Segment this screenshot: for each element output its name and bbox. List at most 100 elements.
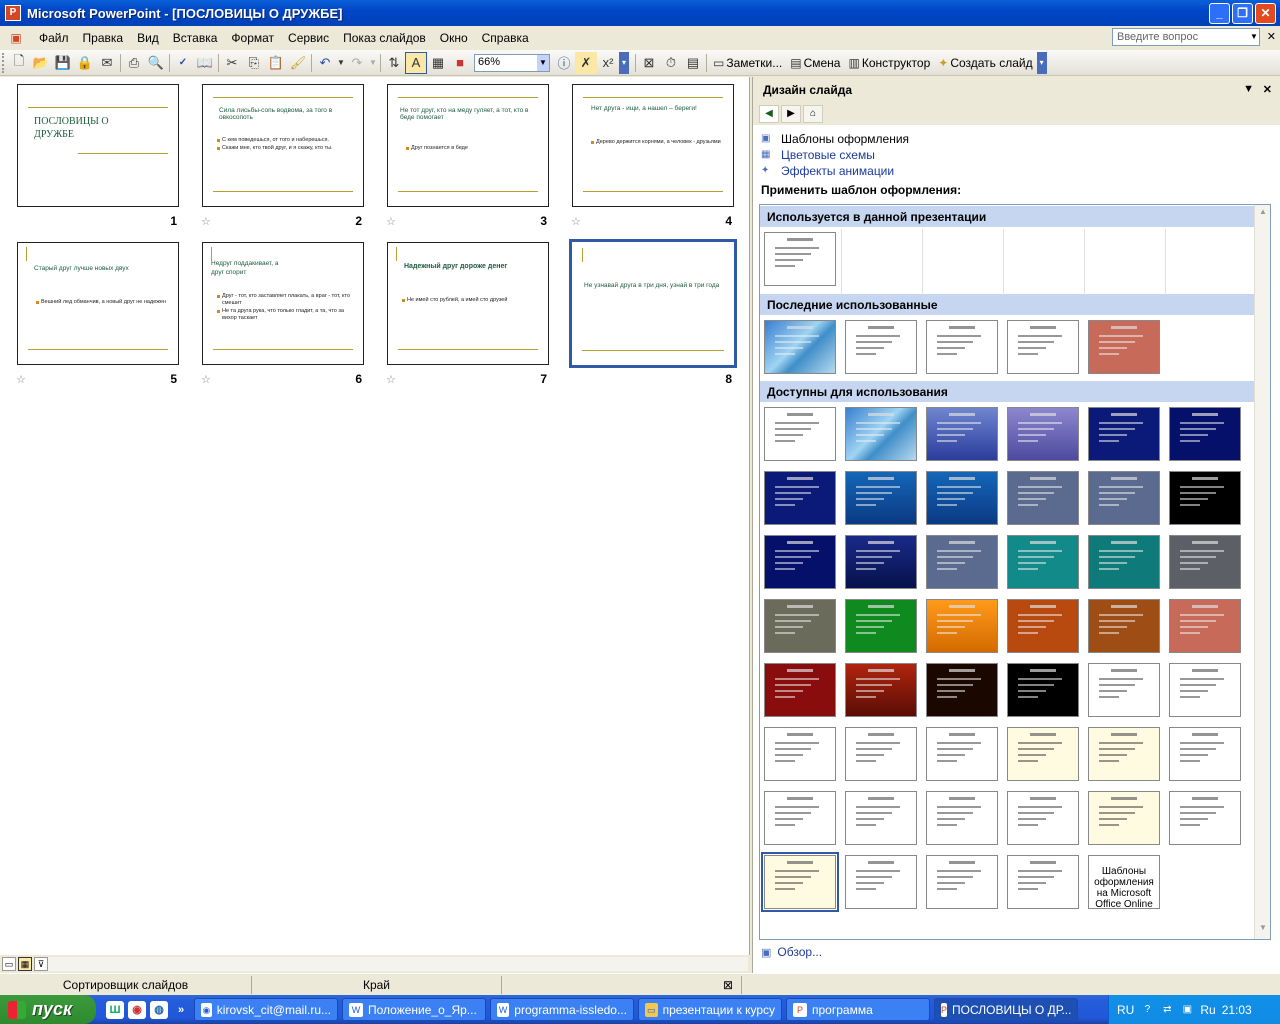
design-template-thumbnail[interactable]: Шаблоны оформления на Microsoft Office O…: [1088, 855, 1160, 909]
design-template-thumbnail[interactable]: [1007, 471, 1079, 525]
design-template-thumbnail[interactable]: [926, 727, 998, 781]
design-template-thumbnail[interactable]: [1007, 663, 1079, 717]
document-icon[interactable]: ▣: [0, 31, 32, 45]
new-icon[interactable]: 🗋: [8, 52, 30, 74]
design-template-thumbnail[interactable]: [845, 320, 917, 374]
color-schemes-link[interactable]: ▦ Цветовые схемы: [761, 147, 1272, 163]
start-button[interactable]: wпуск: [0, 995, 96, 1024]
menu-tools[interactable]: Сервис: [281, 31, 336, 45]
slide-thumbnail-4[interactable]: Нет друга - ищи, а нашел – береги! Дерев…: [572, 84, 734, 207]
slide-thumbnail-5[interactable]: Старый друг лучше новых двух Вешний лед …: [17, 242, 179, 365]
menu-file[interactable]: Файл: [32, 31, 76, 45]
slideshow-view-icon[interactable]: ⊽: [34, 957, 48, 971]
paste-icon[interactable]: 📋: [265, 52, 287, 74]
minimize-button[interactable]: _: [1209, 3, 1230, 24]
design-template-thumbnail[interactable]: [845, 727, 917, 781]
horizontal-scrollbar[interactable]: [48, 957, 748, 971]
menu-edit[interactable]: Правка: [76, 31, 131, 45]
powerpoint-app-icon[interactable]: P: [5, 5, 21, 21]
design-template-thumbnail[interactable]: [926, 599, 998, 653]
design-template-thumbnail[interactable]: [1007, 407, 1079, 461]
undo-dropdown-icon[interactable]: ▼: [336, 52, 346, 74]
transition-button[interactable]: ▤ Смена: [786, 52, 844, 74]
quick-launch-more-icon[interactable]: »: [172, 1001, 190, 1019]
design-template-thumbnail[interactable]: [845, 599, 917, 653]
forward-icon[interactable]: ▶: [781, 105, 801, 123]
toolbar-options-icon-2[interactable]: ▾: [1036, 51, 1047, 74]
print-icon[interactable]: ⎙: [123, 52, 145, 74]
close-document-icon[interactable]: ✕: [1267, 30, 1276, 43]
zoom-dropdown-icon[interactable]: ▼: [537, 54, 549, 71]
design-template-thumbnail[interactable]: [1169, 535, 1241, 589]
design-template-thumbnail[interactable]: [926, 855, 998, 909]
ask-question-input[interactable]: Введите вопрос: [1112, 28, 1260, 46]
design-template-thumbnail[interactable]: [1007, 791, 1079, 845]
expand-all-icon[interactable]: ⇅: [383, 52, 405, 74]
design-template-thumbnail[interactable]: [764, 232, 836, 286]
grid-icon[interactable]: ▦: [427, 52, 449, 74]
save-icon[interactable]: 💾: [52, 52, 74, 74]
redo-dropdown-icon[interactable]: ▼: [368, 52, 378, 74]
design-template-thumbnail[interactable]: [1007, 320, 1079, 374]
permission-icon[interactable]: 🔒: [74, 52, 96, 74]
design-template-thumbnail[interactable]: [926, 535, 998, 589]
globe-icon[interactable]: ◍: [150, 1000, 168, 1019]
open-icon[interactable]: 📂: [30, 52, 52, 74]
design-template-thumbnail[interactable]: [1088, 535, 1160, 589]
back-icon[interactable]: ◀: [759, 105, 779, 123]
language-indicator[interactable]: RU: [1117, 1003, 1134, 1017]
taskbar-item-word1[interactable]: W Положение_о_Яр...: [342, 998, 486, 1021]
design-template-thumbnail[interactable]: [1169, 407, 1241, 461]
design-template-thumbnail[interactable]: [1088, 599, 1160, 653]
taskbar-item-programma[interactable]: Pпрограмма: [786, 998, 930, 1021]
menu-slideshow[interactable]: Показ слайдов: [336, 31, 433, 45]
ask-dropdown-icon[interactable]: ▼: [1248, 29, 1260, 45]
design-template-thumbnail[interactable]: [926, 471, 998, 525]
design-template-thumbnail[interactable]: [764, 535, 836, 589]
design-template-thumbnail[interactable]: [845, 855, 917, 909]
design-template-thumbnail[interactable]: [1088, 320, 1160, 374]
home-icon[interactable]: ⌂: [803, 105, 823, 123]
design-template-thumbnail[interactable]: [845, 471, 917, 525]
scroll-down-icon[interactable]: ▼: [1257, 923, 1269, 937]
ink-icon[interactable]: ✗: [575, 51, 597, 74]
design-template-thumbnail[interactable]: [764, 791, 836, 845]
restore-button[interactable]: ❐: [1232, 3, 1253, 24]
design-template-thumbnail[interactable]: [926, 791, 998, 845]
design-template-thumbnail[interactable]: [1169, 727, 1241, 781]
design-template-thumbnail[interactable]: [926, 663, 998, 717]
close-button[interactable]: ✕: [1255, 3, 1276, 24]
slide-sorter-view-icon[interactable]: ▦: [18, 957, 32, 971]
slide-thumbnail-2[interactable]: Сила лисьбы-сопь водвома, за того в овко…: [202, 84, 364, 207]
help-icon[interactable]: ?: [1140, 1003, 1154, 1017]
notes-button[interactable]: ▭ Заметки...: [709, 52, 786, 74]
gallery-vertical-scrollbar[interactable]: ▲ ▼: [1254, 205, 1270, 939]
slide-thumbnail-8[interactable]: Не узнавай друга в три дня, узнай в три …: [569, 239, 737, 368]
menu-window[interactable]: Окно: [433, 31, 475, 45]
design-template-thumbnail[interactable]: [845, 663, 917, 717]
design-template-thumbnail[interactable]: [926, 320, 998, 374]
design-template-thumbnail[interactable]: [764, 471, 836, 525]
design-template-thumbnail[interactable]: [764, 663, 836, 717]
design-template-thumbnail[interactable]: [764, 320, 836, 374]
keyboard-layout-indicator[interactable]: Ru: [1200, 1003, 1215, 1017]
menu-format[interactable]: Формат: [224, 31, 281, 45]
print-preview-icon[interactable]: 🔍: [145, 52, 167, 74]
task-pane-close-icon[interactable]: ✕: [1263, 83, 1272, 96]
design-template-thumbnail[interactable]: [1088, 727, 1160, 781]
taskbar-item-folder[interactable]: ▭ презентации к курсу: [638, 998, 782, 1021]
email-icon[interactable]: ✉: [96, 52, 118, 74]
taskbar-item-mail[interactable]: ◉ kirovsk_cit@mail.ru...: [194, 998, 338, 1021]
cut-icon[interactable]: ✂: [221, 52, 243, 74]
rehearse-timings-icon[interactable]: ⏱: [660, 52, 682, 74]
task-pane-menu-icon[interactable]: ▼: [1243, 83, 1254, 95]
design-template-thumbnail[interactable]: [1007, 727, 1079, 781]
display-icon[interactable]: ▣: [1180, 1003, 1194, 1017]
menu-insert[interactable]: Вставка: [166, 31, 225, 45]
spelling-icon[interactable]: ✓: [172, 52, 194, 74]
help-icon[interactable]: ⓘ: [553, 52, 575, 74]
design-templates-link[interactable]: ▣ Шаблоны оформления: [761, 131, 1272, 147]
taskbar-item-presentation[interactable]: P ПОСЛОВИЦЫ О ДР...: [934, 998, 1078, 1021]
design-template-thumbnail[interactable]: [1169, 791, 1241, 845]
design-template-thumbnail[interactable]: [1007, 535, 1079, 589]
